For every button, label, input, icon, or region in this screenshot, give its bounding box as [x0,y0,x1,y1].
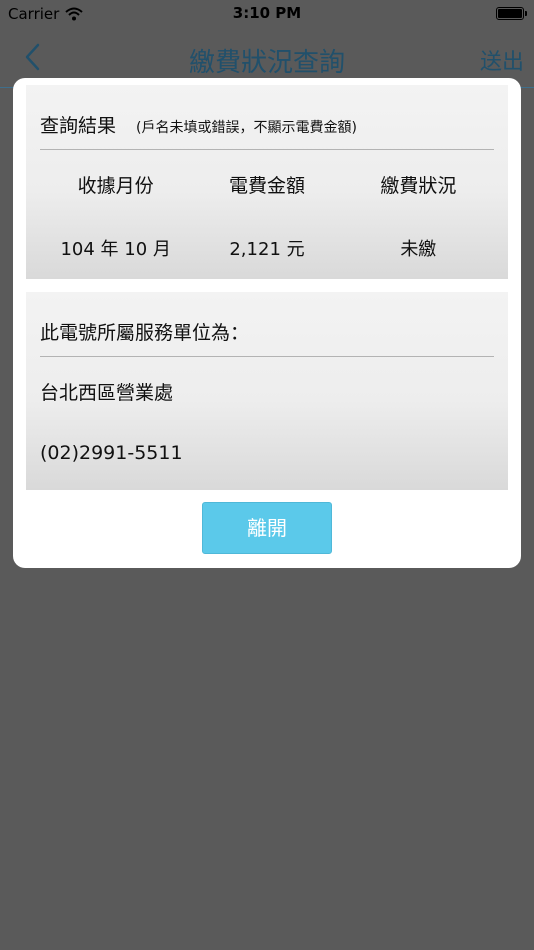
result-note: (戶名未填或錯誤，不顯示電費金額) [136,120,357,136]
column-header-month: 收據月份 [77,175,154,197]
cell-status: 未繳 [400,239,437,260]
table-header-row: 收據月份 電費金額 繳費狀況 [40,171,494,198]
result-panel: 查詢結果 (戶名未填或錯誤，不顯示電費金額) 收據月份 電費金額 繳費狀況 10… [26,85,508,279]
battery-fill [498,9,522,18]
cell-month: 104 年 10 月 [60,239,171,260]
service-panel: 此電號所屬服務單位為： 台北西區營業處 (02)2991-5511 [26,292,508,490]
cell-amount: 2,121 元 [229,239,305,260]
submit-button[interactable]: 送出 [480,44,524,76]
status-time: 3:10 PM [232,4,302,22]
column-header-status: 繳費狀況 [380,175,457,197]
table-row: 104 年 10 月 2,121 元 未繳 [40,235,494,261]
service-divider [40,356,494,357]
page-title: 繳費狀況查詢 [188,48,345,78]
result-divider [40,149,494,150]
service-label: 此電號所屬服務單位為： [40,322,250,344]
result-title: 查詢結果 [40,115,117,137]
result-dialog: 查詢結果 (戶名未填或錯誤，不顯示電費金額) 收據月份 電費金額 繳費狀況 10… [13,78,521,568]
column-header-amount: 電費金額 [228,175,305,197]
service-phone[interactable]: (02)2991-5511 [40,442,183,464]
leave-button[interactable]: 離開 [202,502,332,554]
battery-icon [496,7,527,20]
result-heading: 查詢結果 (戶名未填或錯誤，不顯示電費金額) [40,111,357,138]
service-unit: 台北西區營業處 [40,382,174,404]
status-bar: Carrier 3:10 PM [0,0,534,28]
